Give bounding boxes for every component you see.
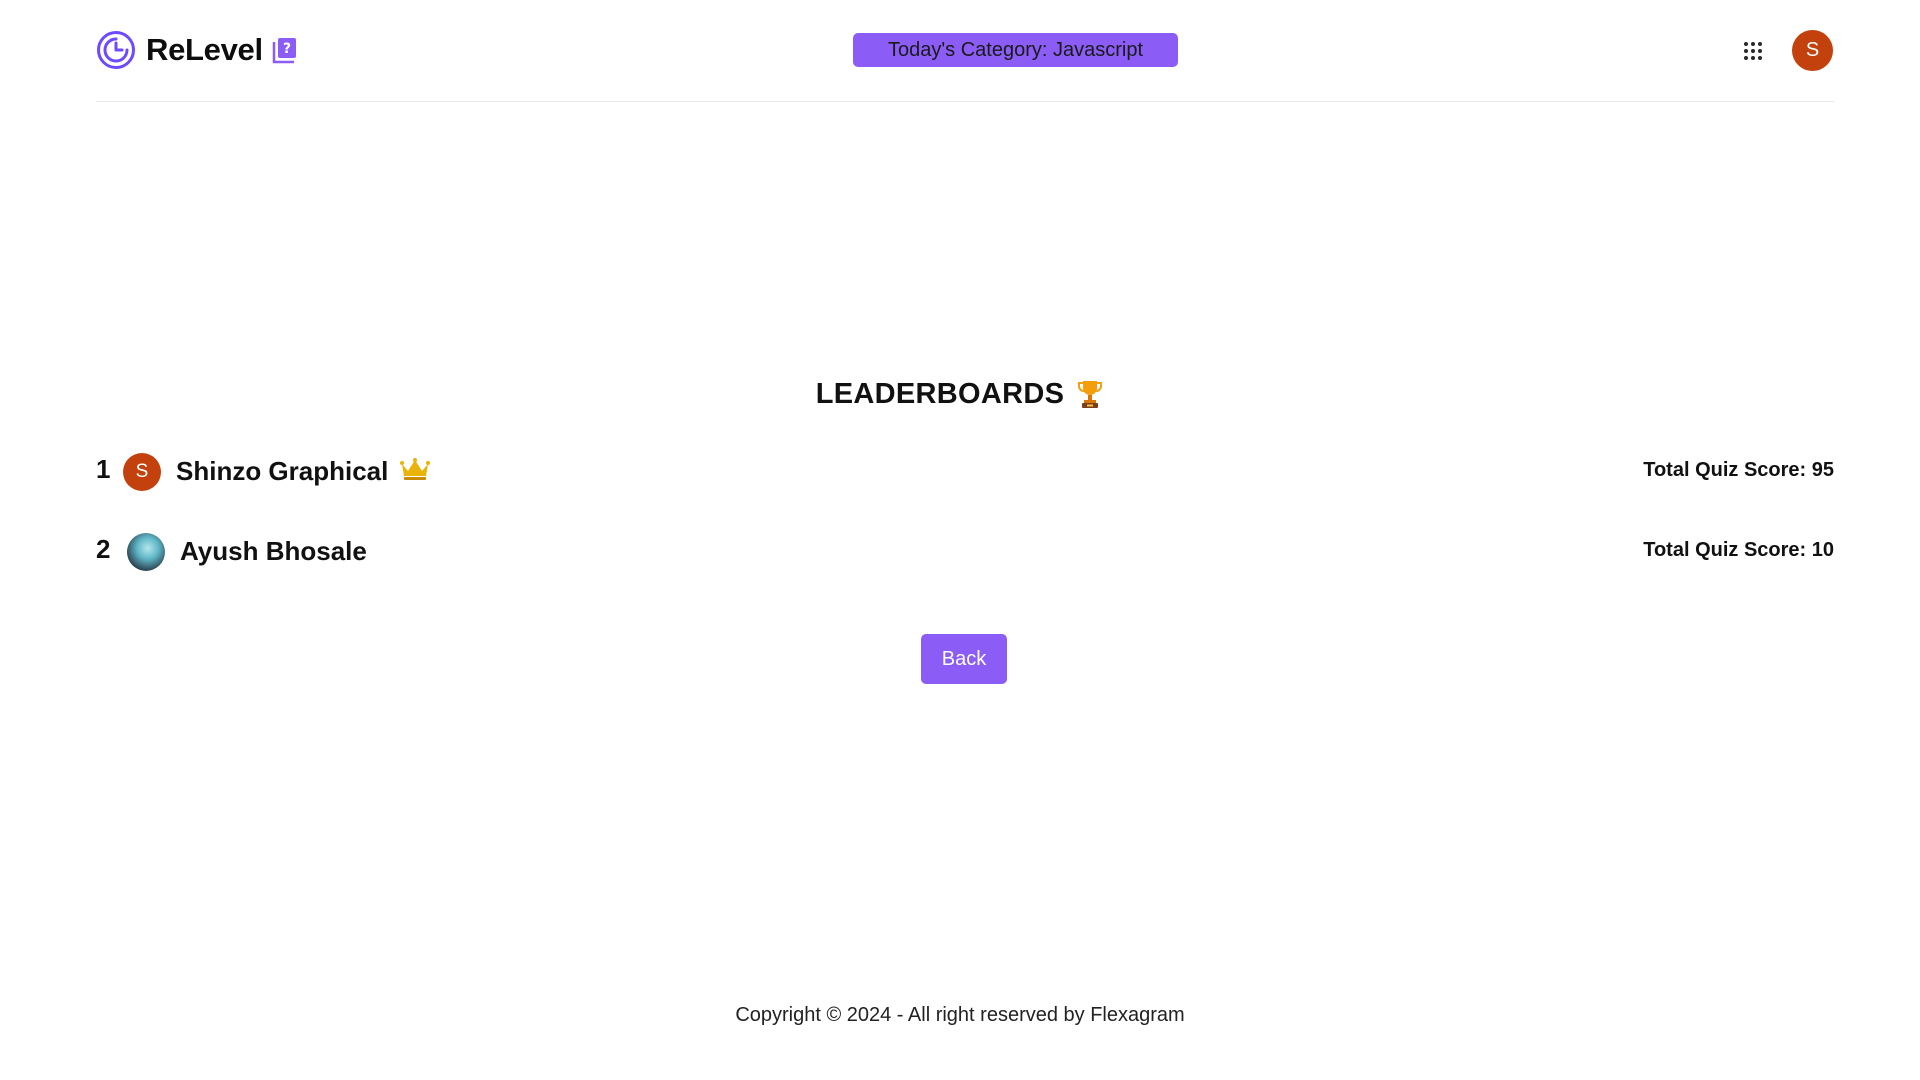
crown-icon — [400, 458, 430, 480]
footer-copyright: Copyright © 2024 - All right reserved by… — [735, 1004, 1185, 1026]
rank-number: 2 — [96, 534, 111, 564]
leaderboard-row: 1 S Shinzo Graphical Total Quiz Score: 9… — [96, 450, 1834, 494]
top-nav-bar: ReLevel ? Today's Category: Javascript S — [96, 0, 1834, 102]
player-name: Shinzo Graphical — [176, 456, 389, 486]
leaderboard-title: LEADERBOARDS — [815, 377, 1065, 410]
brand-name: ReLevel — [146, 32, 263, 67]
relevel-logo-icon — [97, 31, 135, 69]
category-badge: Today's Category: Javascript — [853, 33, 1178, 67]
quiz-badge-icon: ? — [272, 38, 296, 64]
trophy-icon — [1078, 381, 1103, 408]
leaderboard-heading: LEADERBOARDS — [0, 372, 1920, 416]
player-score: Total Quiz Score: 10 — [1643, 539, 1834, 561]
apps-grid-icon[interactable] — [1744, 42, 1762, 60]
brand[interactable]: ReLevel ? — [96, 30, 299, 70]
player-name: Ayush Bhosale — [180, 536, 367, 566]
back-button[interactable]: Back — [921, 634, 1007, 684]
leaderboard-row: 2 Ayush Bhosale Total Quiz Score: 10 — [96, 530, 1834, 574]
player-score: Total Quiz Score: 95 — [1643, 459, 1834, 481]
player-avatar-photo — [127, 533, 165, 571]
rank-number: 1 — [96, 454, 111, 484]
user-avatar[interactable]: S — [1792, 30, 1833, 71]
player-avatar: S — [123, 453, 161, 491]
svg-text:?: ? — [283, 41, 291, 57]
